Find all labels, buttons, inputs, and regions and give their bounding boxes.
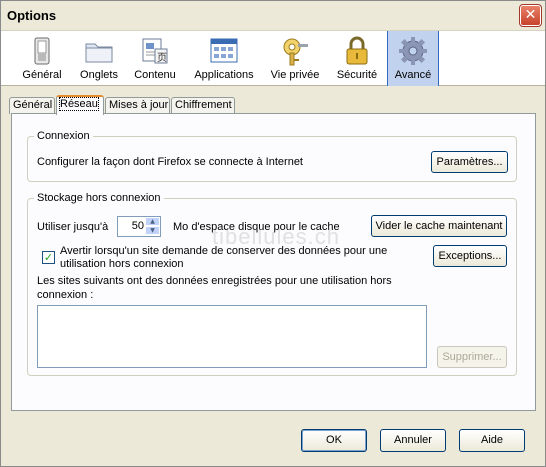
applications-window-icon	[210, 38, 238, 63]
window-title: Options	[7, 8, 57, 23]
privacy-mask-icon	[283, 38, 308, 66]
subtab-network[interactable]: Réseau	[56, 95, 104, 115]
folder-tabs-icon	[85, 43, 113, 63]
pane-security[interactable]: Sécurité	[331, 31, 383, 86]
sites-label-line2: connexion :	[37, 289, 94, 301]
spin-up-icon[interactable]: ▲	[145, 217, 160, 226]
clear-cache-button[interactable]: Vider le cache maintenant	[371, 215, 507, 237]
use-up-to-label: Utiliser jusqu'à	[37, 221, 109, 233]
ok-button[interactable]: OK	[301, 429, 367, 452]
subtab-label: Général	[13, 99, 53, 111]
pane-general[interactable]: Général	[11, 31, 73, 86]
pane-label: Vie privée	[270, 69, 320, 81]
cancel-button[interactable]: Annuler	[380, 429, 446, 452]
warn-offline-label-line2: utilisation hors connexion	[60, 258, 184, 270]
subtab-updates[interactable]: Mises à jour	[105, 97, 170, 114]
remove-button[interactable]: Supprimer...	[437, 346, 507, 368]
subtab-label: Chiffrement	[175, 99, 232, 111]
content-document-icon: 页	[142, 38, 168, 64]
preferences-toolbar: Général Onglets 页 Contenu Applications V…	[1, 31, 545, 86]
connexion-description: Configurer la façon dont Firefox se conn…	[37, 156, 303, 168]
cache-size-value: 50	[131, 220, 144, 232]
gear-icon	[399, 37, 427, 65]
options-window: Options ✕ Général Onglets 页 Contenu Appl…	[0, 0, 546, 467]
pane-label: Avancé	[394, 69, 432, 81]
subtab-encryption[interactable]: Chiffrement	[171, 97, 235, 114]
exceptions-button[interactable]: Exceptions...	[433, 245, 507, 267]
subtab-label: Réseau	[59, 97, 99, 111]
pane-label: Sécurité	[336, 69, 378, 81]
help-button[interactable]: Aide	[459, 429, 525, 452]
pane-privacy[interactable]: Vie privée	[265, 31, 325, 86]
subtab-label: Mises à jour	[109, 99, 169, 111]
pane-tabs[interactable]: Onglets	[73, 31, 125, 86]
offline-sites-list[interactable]	[37, 305, 427, 368]
cache-size-spinner[interactable]: 50 ▲ ▼	[117, 216, 161, 237]
connexion-group: Connexion Configurer la façon dont Firef…	[27, 130, 517, 182]
pane-label: Contenu	[134, 69, 176, 81]
svg-text:页: 页	[157, 52, 167, 64]
pane-label: Applications	[194, 69, 254, 81]
title-bar[interactable]: Options ✕	[1, 1, 545, 31]
general-switch-icon	[34, 37, 50, 65]
network-panel: Connexion Configurer la façon dont Firef…	[11, 113, 536, 411]
group-title: Stockage hors connexion	[34, 192, 164, 204]
pane-advanced[interactable]: Avancé	[387, 31, 439, 86]
sites-label-line1: Les sites suivants ont des données enreg…	[37, 275, 392, 287]
settings-button[interactable]: Paramètres...	[431, 151, 508, 173]
subtab-general[interactable]: Général	[9, 97, 55, 114]
watermark: tibellules.ch	[212, 224, 340, 249]
pane-applications[interactable]: Applications	[189, 31, 259, 86]
spin-down-icon[interactable]: ▼	[145, 226, 160, 235]
padlock-icon	[346, 36, 368, 65]
pane-content[interactable]: 页 Contenu	[127, 31, 183, 86]
close-button[interactable]: ✕	[519, 4, 542, 27]
close-icon: ✕	[524, 7, 537, 23]
pane-label: Onglets	[80, 69, 118, 81]
spinner-arrows[interactable]: ▲ ▼	[145, 217, 160, 236]
warn-offline-checkbox[interactable]: ✓	[42, 251, 55, 264]
group-title: Connexion	[34, 130, 93, 142]
pane-label: Général	[22, 69, 62, 81]
